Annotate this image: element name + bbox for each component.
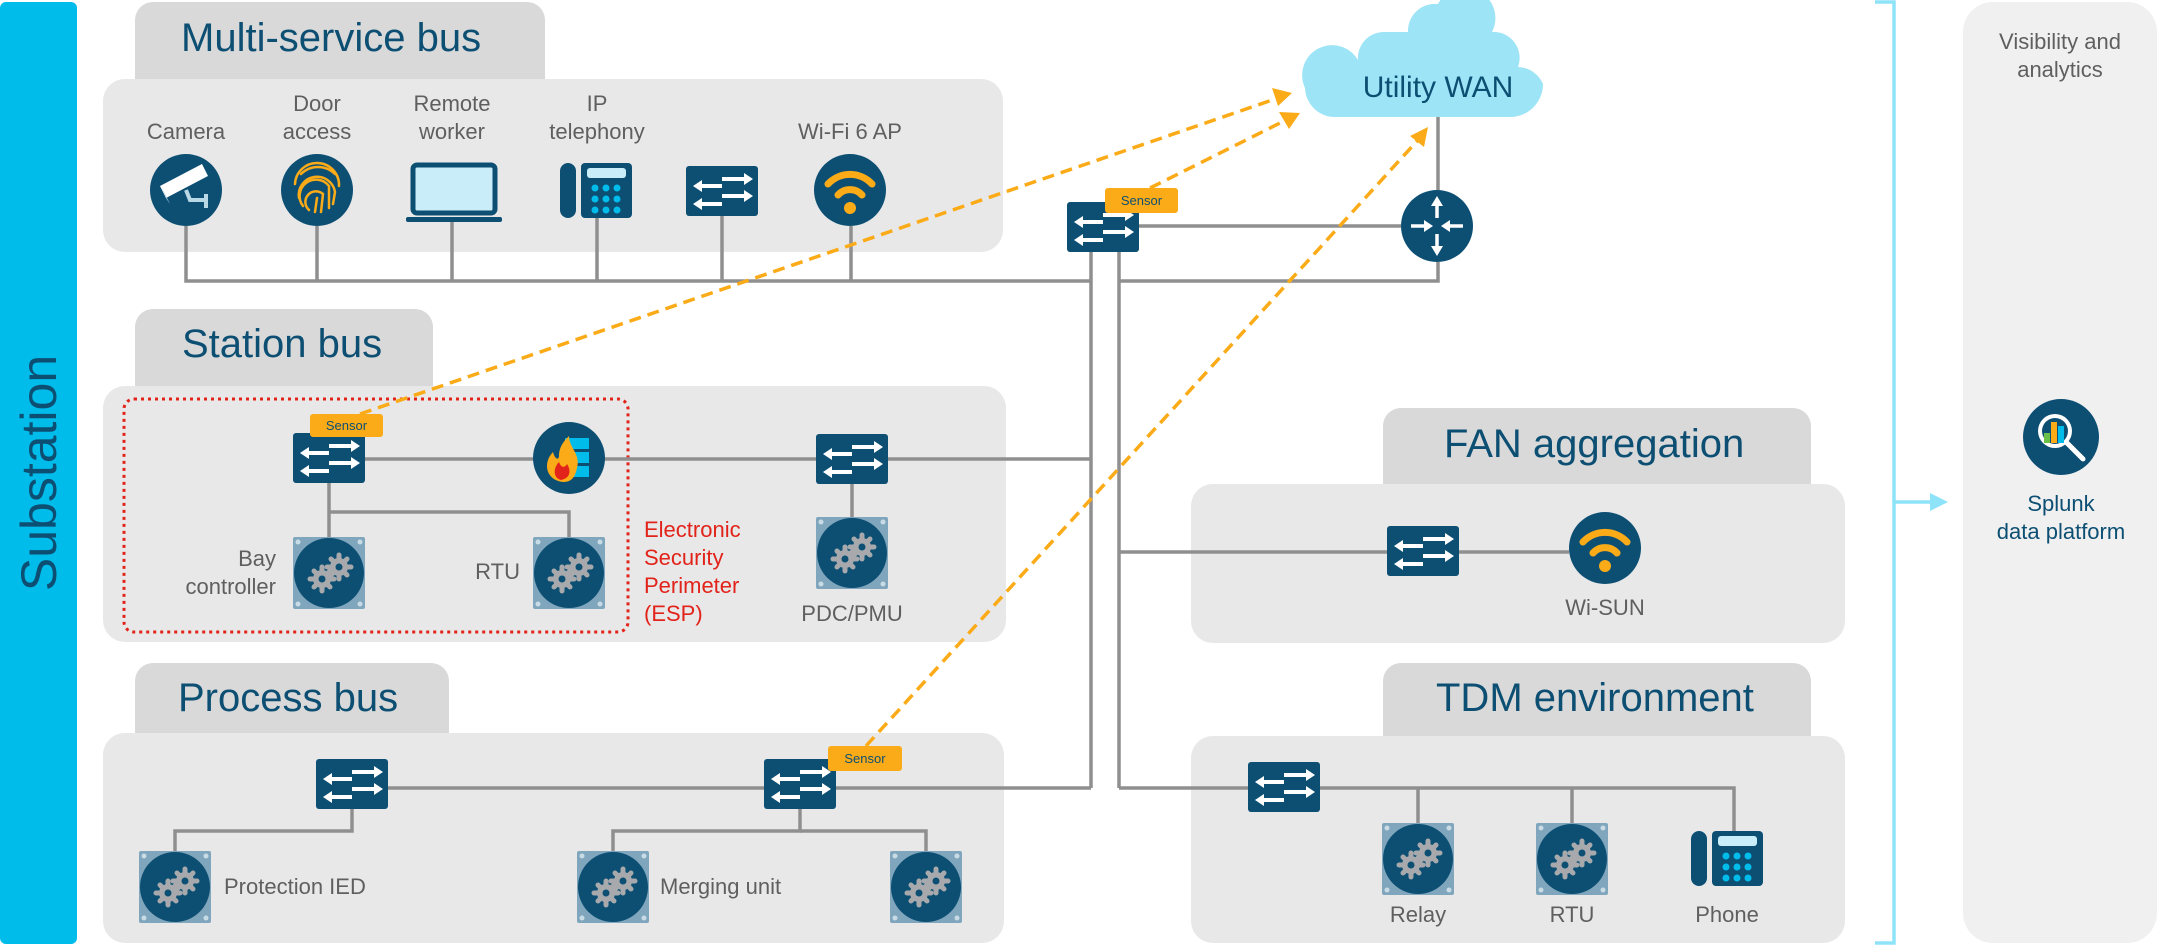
wisun-icon[interactable] [1569,512,1641,584]
relay-label: Relay [1389,902,1447,927]
ip-telephony-label: IP telephony [549,91,645,144]
svg-text:Sensor: Sensor [1121,193,1163,208]
phone-label: Phone [1695,902,1759,927]
visibility-bracket [1875,0,1935,945]
camera-icon[interactable] [150,154,222,226]
router-icon[interactable] [1401,190,1473,262]
laptop-icon[interactable] [406,162,502,222]
process-switch-2-icon[interactable] [762,757,838,811]
splunk-icon[interactable] [2023,399,2099,475]
utility-wan-label: Utility WAN [1363,71,1514,104]
station-bus-title: Station bus [182,322,383,366]
core-sensor-badge[interactable]: Sensor [1105,188,1178,213]
process-sensor-badge[interactable]: Sensor [828,746,902,771]
core-sensor-flow [1149,118,1287,190]
fan-switch-icon[interactable] [1385,524,1461,578]
relay-icon[interactable] [1382,823,1454,895]
fingerprint-icon[interactable] [281,154,353,226]
multi-service-bus-title: Multi-service bus [181,16,482,60]
merging-unit-1-icon[interactable] [577,851,649,923]
door-access-label: Door access [282,91,352,144]
visibility-title: Visibility and analytics [1999,29,2121,82]
bay-controller-icon[interactable] [293,537,365,609]
fan-aggregation-box [1191,484,1845,643]
bay-controller-label: Bay controller [185,546,276,599]
station-rtu-label: RTU [475,559,520,584]
process-switch-1-icon[interactable] [314,757,390,811]
station-switch-icon[interactable] [291,431,367,485]
svg-text:Sensor: Sensor [844,751,886,766]
pdc-pmu-label: PDC/PMU [801,601,903,626]
svg-text:Sensor: Sensor [326,418,368,433]
tdm-switch-icon[interactable] [1246,760,1322,814]
tdm-title: TDM environment [1436,676,1754,720]
wifi-ap-label: Wi-Fi 6 AP [798,119,902,144]
substation-label: Substation [10,354,67,592]
pdc-pmu-icon[interactable] [816,517,888,589]
protection-ied-label: Protection IED [224,874,366,899]
firewall-icon[interactable] [533,422,605,494]
merging-unit-label: Merging unit [660,874,782,899]
tdm-rtu-label: RTU [1549,902,1595,927]
ip-phone-icon[interactable] [560,163,632,218]
station-sensor-badge[interactable]: Sensor [310,414,383,437]
fan-aggregation-title: FAN aggregation [1444,422,1745,466]
tdm-rtu-icon[interactable] [1536,823,1608,895]
merging-unit-2-icon[interactable] [890,851,962,923]
remote-worker-label: Remote worker [413,91,491,144]
utility-wan-cloud[interactable]: Utility WAN [1302,0,1543,117]
protection-ied-icon[interactable] [139,851,211,923]
station-rtu-icon[interactable] [533,537,605,609]
splunk-label: Splunk data platform [1996,491,2126,544]
multiservice-switch-icon[interactable] [684,164,760,218]
substation-bar: Substation [0,2,77,944]
bracket-arrowhead [1930,493,1948,511]
esp-label: Electronic Security Perimeter (ESP) [644,517,741,626]
pdc-switch-icon[interactable] [814,432,890,486]
process-bus-title: Process bus [178,676,399,720]
wisun-label: Wi-SUN [1565,595,1645,620]
wifi-ap-icon[interactable] [814,154,886,226]
tdm-phone-icon[interactable] [1691,831,1763,886]
camera-label: Camera [146,119,226,144]
